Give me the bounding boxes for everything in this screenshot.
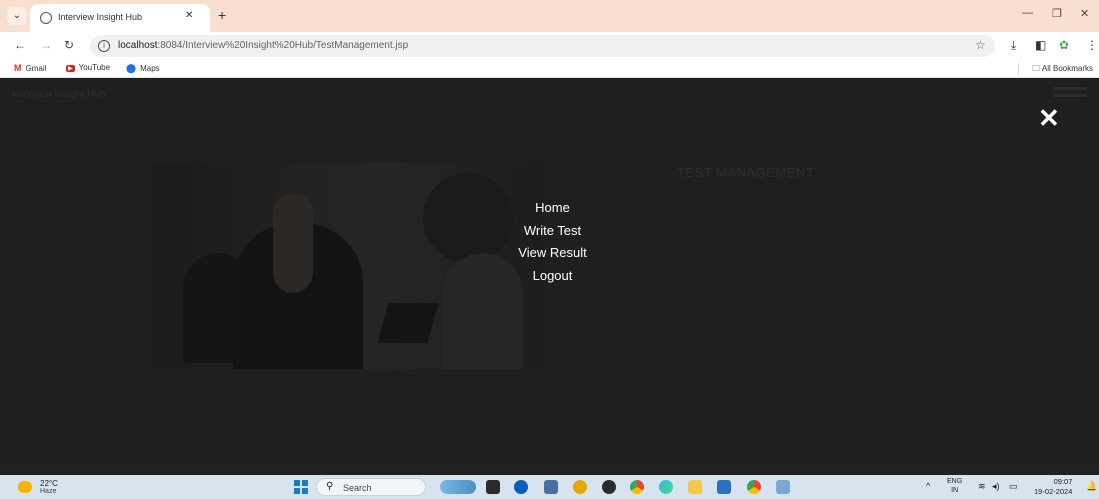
taskbar: 22°C Haze ⚲ Search ^ ENG IN ≋ ◂) ▭ 09:07… [0,475,1099,499]
taskbar-app-icon[interactable] [602,480,616,494]
taskbar-store-icon[interactable] [717,480,731,494]
tab-title: Interview Insight Hub [58,12,143,22]
page-footer [0,465,1099,475]
folder-icon: 🗀 [1032,64,1042,73]
back-arrow-icon[interactable]: ← [14,38,26,52]
kebab-menu-icon[interactable]: ⋮ [1086,38,1098,52]
weather-sun-icon [18,481,32,493]
forward-arrow-icon[interactable]: → [40,38,52,52]
tray-chevron-up-icon[interactable]: ^ [926,481,930,491]
close-menu-icon[interactable]: ✕ [1038,105,1060,131]
minimize-icon[interactable]: — [1022,7,1033,19]
web-page: Interview Insight Hub ✕ TEST MANAGEMENT … [0,79,1099,475]
reload-icon[interactable]: ↻ [64,38,74,52]
browser-tab-strip: ⌄ Interview Insight Hub ✕ + — ❐ ✕ [0,0,1099,32]
taskbar-task-view-icon[interactable] [486,480,500,494]
overlay-nav-menu: Home Write Test View Result Logout [480,197,625,287]
all-bookmarks[interactable]: 🗀 All Bookmarks [1032,63,1093,77]
taskbar-search-app-icon[interactable] [573,480,587,494]
taskbar-chat-icon[interactable] [514,480,528,494]
weather-condition: Haze [40,488,57,495]
site-brand[interactable]: Interview Insight Hub [12,89,105,100]
side-panel-icon[interactable]: ◧ [1035,38,1046,52]
close-window-icon[interactable]: ✕ [1080,7,1089,20]
bookmark-gmail[interactable]: M Gmail [14,63,46,73]
search-icon: ⚲ [326,481,334,492]
bookmarks-separator [1018,63,1019,75]
clock[interactable]: 09:07 19-02-2024 [1034,477,1072,497]
browser-toolbar: ← → ↻ i localhost:8084/Interview%20Insig… [0,32,1099,60]
globe-icon [40,12,52,24]
taskbar-chrome-2-icon[interactable] [747,480,761,494]
gmail-icon: M [14,63,22,73]
taskbar-eclipse-icon[interactable] [776,480,790,494]
url-text[interactable]: localhost:8084/Interview%20Insight%20Hub… [118,40,408,51]
menu-item-write-test[interactable]: Write Test [480,220,625,243]
site-info-icon[interactable]: i [98,40,110,52]
search-label: Search [343,483,372,493]
taskbar-file-explorer-icon[interactable] [688,480,702,494]
bookmark-youtube[interactable]: ▶ YouTube [66,63,110,72]
taskbar-edge-icon[interactable] [659,480,673,494]
volume-icon[interactable]: ◂) [992,481,1000,492]
taskbar-widgets-icon[interactable] [440,480,476,494]
page-title: TEST MANAGEMENT [677,165,815,180]
temperature: 22°C [40,479,58,488]
windows-start-icon[interactable] [294,480,308,494]
menu-item-view-result[interactable]: View Result [480,242,625,265]
tab-search-chevron-icon[interactable]: ⌄ [7,7,27,25]
notification-bell-icon[interactable]: 🔔 [1086,481,1097,492]
youtube-icon: ▶ [66,65,75,72]
taskbar-chrome-icon[interactable] [630,480,644,494]
new-tab-plus-icon[interactable]: + [218,7,226,23]
menu-item-logout[interactable]: Logout [480,265,625,288]
address-bar[interactable]: i localhost:8084/Interview%20Insight%20H… [90,35,995,57]
screen: ⌄ Interview Insight Hub ✕ + — ❐ ✕ ← → ↻ … [0,0,1099,499]
restore-icon[interactable]: ❐ [1052,7,1062,20]
menu-item-home[interactable]: Home [480,197,625,220]
taskbar-search[interactable]: ⚲ Search [316,478,426,496]
bookmarks-bar: M Gmail ▶ YouTube ⬤ Maps 🗀 All Bookmarks [0,60,1099,78]
bookmark-maps[interactable]: ⬤ Maps [126,63,160,74]
extension-icon[interactable]: ✿ [1059,38,1069,52]
taskbar-vscode-icon[interactable] [544,480,558,494]
close-tab-icon[interactable]: ✕ [185,10,193,21]
language-indicator[interactable]: ENG IN [947,477,962,495]
download-icon[interactable]: ⤓ [1011,38,1016,53]
battery-icon[interactable]: ▭ [1009,481,1018,492]
bookmark-star-icon[interactable]: ☆ [975,38,986,52]
maps-pin-icon: ⬤ [126,63,137,73]
wifi-icon[interactable]: ≋ [978,481,986,492]
hamburger-menu-icon[interactable] [1053,87,1087,101]
browser-tab[interactable]: Interview Insight Hub ✕ [30,4,210,32]
